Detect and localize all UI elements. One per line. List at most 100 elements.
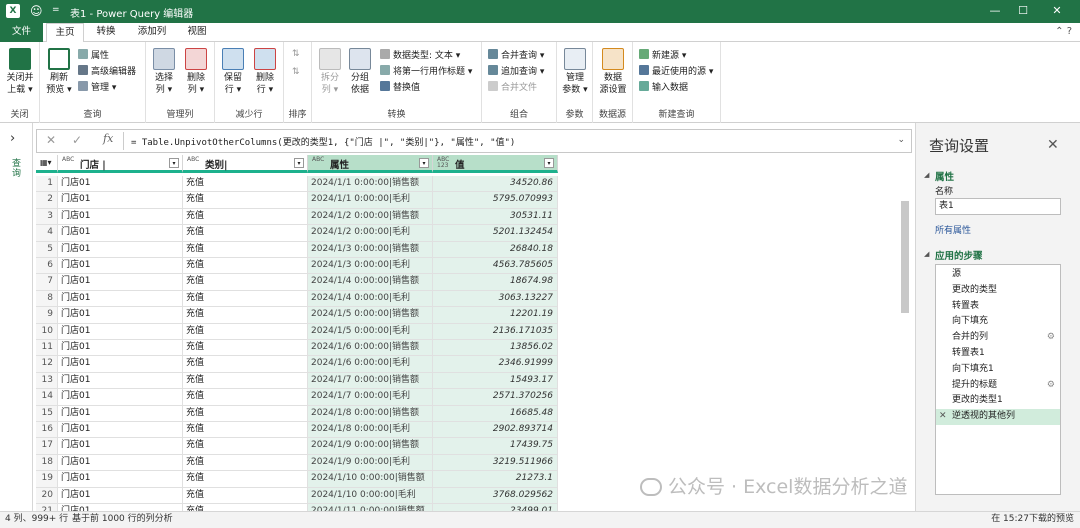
tab-file[interactable]: 文件 <box>0 23 43 42</box>
table-cell[interactable]: 门店01 <box>58 372 183 390</box>
table-cell[interactable]: 门店01 <box>58 487 183 504</box>
merge-queries-button[interactable]: 合并查询 ▾ <box>488 49 544 62</box>
datasource-settings-button[interactable]: 数据 源设置 <box>596 48 630 96</box>
table-cell[interactable]: 23499.01 <box>433 504 558 511</box>
table-cell[interactable]: 2024/1/1 0:00:00|毛利 <box>308 192 433 209</box>
column-header-attribute[interactable]: ABC 属性 ▾ <box>308 155 433 173</box>
table-cell[interactable]: 充值 <box>183 176 308 193</box>
split-column-button[interactable]: 拆分 列 ▾ <box>316 48 344 96</box>
collapse-properties-icon[interactable]: ◢ <box>924 171 929 179</box>
scrollbar-thumb[interactable] <box>901 201 909 313</box>
applied-step-item[interactable]: 源 <box>936 267 1060 283</box>
help-icon[interactable]: ? <box>1067 26 1072 37</box>
ribbon-collapse-help[interactable]: ⌃ ? <box>1055 26 1072 37</box>
table-cell[interactable]: 26840.18 <box>433 241 558 258</box>
append-queries-button[interactable]: 追加查询 ▾ <box>488 65 544 78</box>
table-cell[interactable]: 门店01 <box>58 208 183 226</box>
table-cell[interactable]: 门店01 <box>58 340 183 357</box>
applied-step-item[interactable]: 更改的类型1 <box>936 393 1060 409</box>
table-cell[interactable]: 2136.171035 <box>433 323 558 340</box>
tab-add-column[interactable]: 添加列 <box>130 23 174 42</box>
applied-step-item[interactable]: 逆透视的其他列 ✕ <box>936 409 1060 425</box>
table-cell[interactable]: 充值 <box>183 192 308 209</box>
tab-view[interactable]: 视图 <box>180 23 214 42</box>
advanced-editor-button[interactable]: 高级编辑器 <box>78 65 136 78</box>
table-cell[interactable]: 18674.98 <box>433 274 558 291</box>
keep-rows-button[interactable]: 保留 行 ▾ <box>219 48 247 96</box>
table-cell[interactable]: 2024/1/11 0:00:00|销售额 <box>308 504 433 511</box>
table-cell[interactable]: 充值 <box>183 340 308 357</box>
table-cell[interactable]: 3768.029562 <box>433 487 558 504</box>
type-any-icon[interactable]: ABC 123 <box>437 157 449 169</box>
close-settings-icon[interactable]: ✕ <box>1047 137 1059 153</box>
table-cell[interactable]: 门店01 <box>58 258 183 275</box>
step-settings-gear-icon[interactable]: ⚙ <box>1047 378 1055 393</box>
table-cell[interactable]: 3219.511966 <box>433 454 558 472</box>
table-cell[interactable]: 门店01 <box>58 422 183 439</box>
type-text-icon[interactable]: ABC <box>312 157 324 163</box>
table-cell[interactable]: 2024/1/9 0:00:00|毛利 <box>308 454 433 472</box>
table-row[interactable]: 3 门店01 充值 2024/1/2 0:00:00|销售额 30531.11 <box>36 208 901 226</box>
table-cell[interactable]: 2902.893714 <box>433 422 558 439</box>
quick-access-dropdown[interactable]: = <box>52 5 60 15</box>
remove-rows-button[interactable]: 删除 行 ▾ <box>251 48 279 96</box>
table-row[interactable]: 10 门店01 充值 2024/1/5 0:00:00|毛利 2136.171035 <box>36 323 901 340</box>
table-cell[interactable]: 21273.1 <box>433 471 558 488</box>
table-cell[interactable]: 2024/1/7 0:00:00|毛利 <box>308 389 433 406</box>
collapse-steps-icon[interactable]: ◢ <box>924 250 929 258</box>
applied-step-item[interactable]: 合并的列 ⚙ <box>936 330 1060 346</box>
table-cell[interactable]: 17439.75 <box>433 438 558 455</box>
maximize-button[interactable]: ☐ <box>1008 2 1038 20</box>
table-cell[interactable]: 13856.02 <box>433 340 558 357</box>
table-cell[interactable]: 充值 <box>183 372 308 390</box>
table-cell[interactable]: 2024/1/9 0:00:00|销售额 <box>308 438 433 455</box>
table-cell[interactable]: 门店01 <box>58 454 183 472</box>
table-row[interactable]: 12 门店01 充值 2024/1/6 0:00:00|毛利 2346.91999 <box>36 356 901 373</box>
table-row[interactable]: 2 门店01 充值 2024/1/1 0:00:00|毛利 5795.070993 <box>36 192 901 209</box>
table-cell[interactable]: 充值 <box>183 241 308 258</box>
tab-transform[interactable]: 转换 <box>88 23 124 42</box>
combine-files-button[interactable]: 合并文件 <box>488 81 537 94</box>
table-cell[interactable]: 充值 <box>183 487 308 504</box>
table-cell[interactable]: 2571.370256 <box>433 389 558 406</box>
table-cell[interactable]: 充值 <box>183 290 308 308</box>
table-cell[interactable]: 门店01 <box>58 241 183 258</box>
table-row[interactable]: 4 门店01 充值 2024/1/2 0:00:00|毛利 5201.132454 <box>36 225 901 242</box>
table-cell[interactable]: 3063.13227 <box>433 290 558 308</box>
sort-ascending-icon[interactable]: ⇅ <box>292 48 300 60</box>
table-row[interactable]: 14 门店01 充值 2024/1/7 0:00:00|毛利 2571.370256 <box>36 389 901 406</box>
column-header-store[interactable]: ABC 门店 | ▾ <box>58 155 183 173</box>
table-row[interactable]: 1 门店01 充值 2024/1/1 0:00:00|销售额 34520.86 <box>36 176 901 193</box>
table-cell[interactable]: 2024/1/8 0:00:00|毛利 <box>308 422 433 439</box>
table-cell[interactable]: 2024/1/1 0:00:00|销售额 <box>308 176 433 193</box>
table-cell[interactable]: 5795.070993 <box>433 192 558 209</box>
table-row[interactable]: 15 门店01 充值 2024/1/8 0:00:00|销售额 16685.48 <box>36 405 901 422</box>
sort-descending-icon[interactable]: ⇅ <box>292 66 300 78</box>
table-cell[interactable]: 充值 <box>183 504 308 511</box>
table-cell[interactable]: 充值 <box>183 405 308 422</box>
refresh-preview-button[interactable]: 刷新 预览 ▾ <box>44 48 74 96</box>
vertical-scrollbar[interactable]: ⌄ <box>900 195 910 495</box>
recent-sources-button[interactable]: 最近使用的源 ▾ <box>639 65 713 78</box>
table-cell[interactable]: 34520.86 <box>433 176 558 193</box>
query-name-input[interactable]: 表1 <box>935 198 1061 215</box>
delete-step-icon[interactable]: ✕ <box>939 409 947 424</box>
use-first-row-headers-button[interactable]: 将第一行用作标题 ▾ <box>380 65 472 78</box>
table-row[interactable]: 8 门店01 充值 2024/1/4 0:00:00|毛利 3063.13227 <box>36 290 901 308</box>
table-cell[interactable]: 5201.132454 <box>433 225 558 242</box>
table-row[interactable]: 11 门店01 充值 2024/1/6 0:00:00|销售额 13856.02 <box>36 340 901 357</box>
applied-step-item[interactable]: 向下填充1 <box>936 362 1060 378</box>
manage-parameters-button[interactable]: 管理 参数 ▾ <box>560 48 590 96</box>
table-cell[interactable]: 2346.91999 <box>433 356 558 373</box>
filter-dropdown-icon[interactable]: ▾ <box>169 158 179 168</box>
table-cell[interactable]: 2024/1/4 0:00:00|销售额 <box>308 274 433 291</box>
table-row[interactable]: 18 门店01 充值 2024/1/9 0:00:00|毛利 3219.511966 <box>36 454 901 472</box>
filter-dropdown-icon[interactable]: ▾ <box>294 158 304 168</box>
table-cell[interactable]: 12201.19 <box>433 307 558 324</box>
table-cell[interactable]: 2024/1/3 0:00:00|销售额 <box>308 241 433 258</box>
table-icon[interactable]: ▦▾ <box>40 158 52 167</box>
table-cell[interactable]: 16685.48 <box>433 405 558 422</box>
all-properties-link[interactable]: 所有属性 <box>935 223 971 236</box>
table-row[interactable]: 16 门店01 充值 2024/1/8 0:00:00|毛利 2902.893714 <box>36 422 901 439</box>
remove-columns-button[interactable]: 删除 列 ▾ <box>182 48 210 96</box>
